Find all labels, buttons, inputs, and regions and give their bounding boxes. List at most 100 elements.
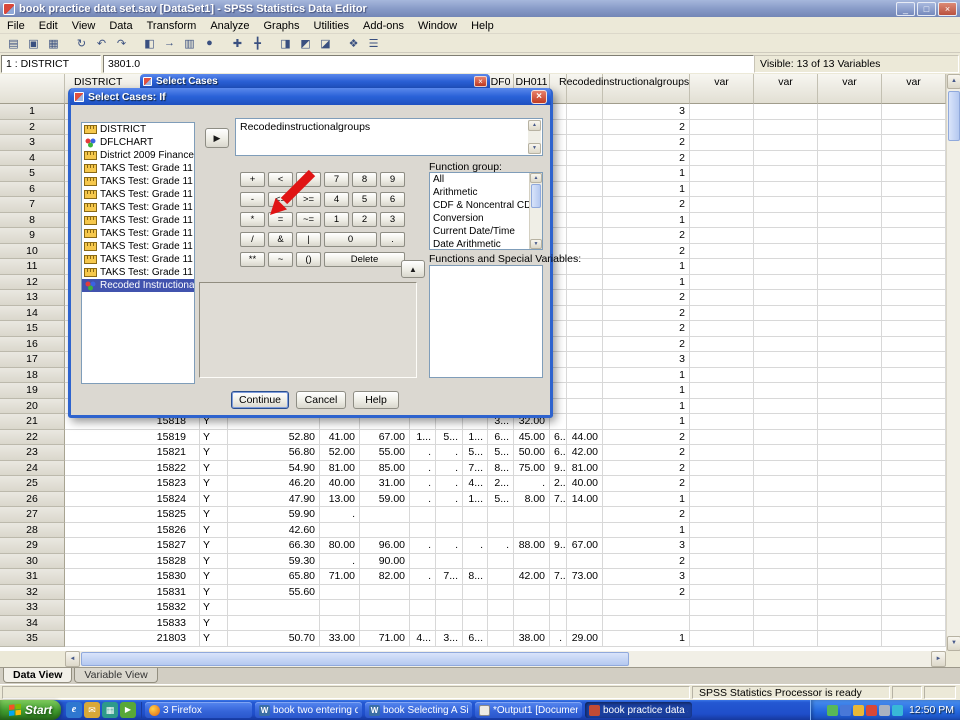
grid-cell-var[interactable] (818, 585, 882, 601)
print-icon[interactable]: ▦ (44, 35, 63, 52)
grid-cell[interactable]: . (514, 476, 550, 492)
grid-cell[interactable]: 41.00 (320, 430, 360, 446)
grid-cell[interactable]: 15819 (65, 430, 200, 446)
grid-cell[interactable]: 6... (550, 430, 567, 446)
grid-cell-var[interactable] (754, 337, 818, 353)
grid-cell[interactable] (567, 368, 603, 384)
scroll-right-icon[interactable]: ► (931, 651, 946, 667)
taskbar-button[interactable]: Wbook two entering da... (255, 702, 362, 718)
grid-cell-var[interactable] (754, 554, 818, 570)
grid-cell[interactable] (410, 616, 436, 632)
grid-cell[interactable]: 33.00 (320, 631, 360, 647)
grid-cell-var[interactable] (690, 569, 754, 585)
grid-cell[interactable] (567, 414, 603, 430)
grid-cell-var[interactable] (754, 352, 818, 368)
grid-cell-var[interactable] (690, 197, 754, 213)
grid-cell[interactable]: 2... (488, 476, 514, 492)
grid-cell-group[interactable]: 3 (603, 569, 690, 585)
grid-cell-group[interactable]: 1 (603, 492, 690, 508)
grid-cell[interactable]: 81.00 (567, 461, 603, 477)
grid-cell-var[interactable] (690, 213, 754, 229)
grid-cell-var[interactable] (690, 306, 754, 322)
menu-analyze[interactable]: Analyze (203, 18, 256, 33)
grid-cell-group[interactable]: 2 (603, 337, 690, 353)
grid-cell-var[interactable] (690, 166, 754, 182)
grid-cell-group[interactable]: 1 (603, 399, 690, 415)
grid-cell-var[interactable] (818, 399, 882, 415)
grid-cell-var[interactable] (690, 414, 754, 430)
network-icon[interactable] (827, 705, 838, 716)
grid-cell-var[interactable] (818, 151, 882, 167)
grid-cell[interactable] (410, 554, 436, 570)
grid-cell[interactable] (410, 523, 436, 539)
grid-cell-var[interactable] (690, 182, 754, 198)
grid-cell[interactable]: . (550, 631, 567, 647)
row-number[interactable]: 14 (0, 306, 65, 322)
grid-cell[interactable] (463, 523, 488, 539)
grid-cell[interactable]: 13.00 (320, 492, 360, 508)
grid-cell[interactable] (567, 151, 603, 167)
row-number[interactable]: 21 (0, 414, 65, 430)
grid-cell-var[interactable] (754, 120, 818, 136)
grid-cell[interactable] (514, 600, 550, 616)
grid-cell-var[interactable] (754, 507, 818, 523)
grid-cell-var[interactable] (818, 600, 882, 616)
grid-cell[interactable] (488, 554, 514, 570)
row-number[interactable]: 5 (0, 166, 65, 182)
row-number[interactable]: 25 (0, 476, 65, 492)
keypad-multiply-button[interactable]: * (240, 212, 265, 227)
grid-cell[interactable]: 15823 (65, 476, 200, 492)
grid-cell-group[interactable]: 2 (603, 445, 690, 461)
grid-cell-var[interactable] (690, 430, 754, 446)
grid-cell[interactable]: 85.00 (360, 461, 410, 477)
row-number[interactable]: 3 (0, 135, 65, 151)
function-group-item[interactable]: Arithmetic (430, 186, 529, 199)
menu-edit[interactable]: Edit (32, 18, 65, 33)
keypad-delete-button[interactable]: Delete (324, 252, 405, 267)
grid-cell[interactable]: 96.00 (360, 538, 410, 554)
grid-cell-var[interactable] (882, 445, 946, 461)
grid-cell-var[interactable] (882, 383, 946, 399)
variable-item[interactable]: DISTRICT (82, 123, 194, 136)
grid-cell[interactable]: 6... (550, 445, 567, 461)
grid-cell[interactable] (228, 600, 320, 616)
row-number[interactable]: 31 (0, 569, 65, 585)
volume-icon[interactable] (853, 705, 864, 716)
grid-cell-var[interactable] (754, 445, 818, 461)
grid-cell[interactable] (567, 352, 603, 368)
grid-cell[interactable] (514, 554, 550, 570)
keypad-divide-button[interactable]: / (240, 232, 265, 247)
row-number[interactable]: 28 (0, 523, 65, 539)
grid-cell-var[interactable] (690, 259, 754, 275)
grid-cell[interactable]: 55.00 (360, 445, 410, 461)
grid-cell[interactable]: 5... (463, 445, 488, 461)
column-header-var[interactable]: var (690, 74, 754, 104)
grid-cell-var[interactable] (754, 492, 818, 508)
grid-cell-var[interactable] (690, 476, 754, 492)
grid-cell-var[interactable] (882, 213, 946, 229)
grid-cell[interactable]: 15826 (65, 523, 200, 539)
grid-cell-group[interactable]: 2 (603, 135, 690, 151)
grid-cell[interactable]: Y (200, 631, 228, 647)
functions-list[interactable] (429, 265, 543, 378)
grid-cell-var[interactable] (818, 631, 882, 647)
grid-cell[interactable] (567, 616, 603, 632)
grid-cell[interactable]: . (488, 538, 514, 554)
grid-cell[interactable]: Y (200, 585, 228, 601)
menu-view[interactable]: View (65, 18, 103, 33)
row-number[interactable]: 32 (0, 585, 65, 601)
variable-item[interactable]: TAKS Test: Grade 11 A... (82, 175, 194, 188)
grid-cell-var[interactable] (754, 569, 818, 585)
grid-cell-var[interactable] (690, 600, 754, 616)
grid-cell[interactable]: 6... (488, 430, 514, 446)
grid-cell-var[interactable] (882, 337, 946, 353)
grid-cell-var[interactable] (690, 244, 754, 260)
cancel-button[interactable]: Cancel (296, 391, 346, 409)
horizontal-scroll-thumb[interactable] (81, 652, 629, 666)
grid-cell[interactable] (436, 507, 463, 523)
grid-cell-var[interactable] (690, 321, 754, 337)
keypad-digit-3-button[interactable]: 3 (380, 212, 405, 227)
variable-item[interactable]: Recoded Instructional E... (82, 279, 194, 292)
grid-cell[interactable] (550, 616, 567, 632)
grid-cell[interactable]: 38.00 (514, 631, 550, 647)
